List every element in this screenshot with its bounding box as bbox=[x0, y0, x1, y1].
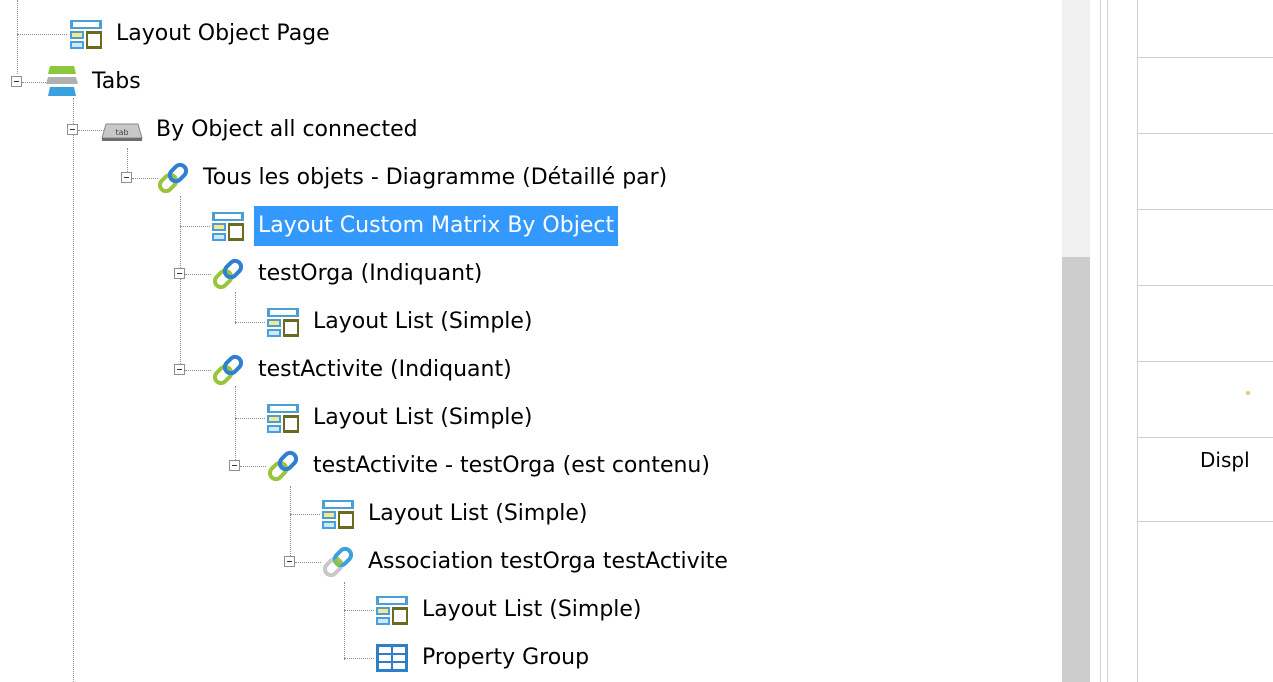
link-icon bbox=[155, 160, 191, 196]
layout-icon bbox=[320, 496, 356, 532]
tree-item-label: testOrga (Indiquant) bbox=[258, 261, 483, 286]
tree-item-label: Layout Object Page bbox=[116, 21, 330, 46]
tree-guide bbox=[235, 418, 265, 419]
tree-item-label: Layout List (Simple) bbox=[368, 501, 588, 526]
tree-item-testorga[interactable]: testOrga (Indiquant) bbox=[210, 254, 486, 294]
tree-guide bbox=[290, 514, 320, 515]
grid-row[interactable] bbox=[1138, 58, 1273, 134]
tree-item-label: Layout List (Simple) bbox=[313, 309, 533, 334]
tree-guide bbox=[235, 386, 236, 466]
grid-cell-text: Displ bbox=[1200, 448, 1250, 472]
link-icon bbox=[265, 448, 301, 484]
tree-item-by-object-all-connected[interactable]: tab By Object all connected bbox=[100, 110, 422, 150]
tree-item-label: Property Group bbox=[422, 645, 590, 670]
tree-guide bbox=[17, 34, 18, 74]
layout-icon bbox=[265, 304, 301, 340]
tree-guide bbox=[73, 98, 74, 682]
grid-row[interactable] bbox=[1138, 134, 1273, 210]
tree-item-label: Tabs bbox=[92, 69, 141, 94]
tree-guide bbox=[235, 292, 236, 324]
collapse-toggle-icon[interactable] bbox=[174, 268, 185, 279]
tree-item-layout-custom-matrix[interactable]: Layout Custom Matrix By Object bbox=[210, 206, 619, 246]
tree-item-tabs[interactable]: Tabs bbox=[44, 62, 145, 102]
tree-item-label: Layout Custom Matrix By Object bbox=[254, 206, 619, 246]
grid-row[interactable]: Displ bbox=[1138, 438, 1273, 522]
tree-item-label: Association testOrga testActivite bbox=[368, 549, 728, 574]
tree-guide bbox=[185, 274, 211, 275]
tree-guide bbox=[180, 226, 210, 227]
tree-guide bbox=[344, 582, 345, 660]
tree-item-layout-object-page[interactable]: Layout Object Page bbox=[68, 14, 334, 54]
grid-row[interactable] bbox=[1138, 362, 1273, 438]
tree-item-layout-list[interactable]: Layout List (Simple) bbox=[265, 398, 537, 438]
indicator-dot bbox=[1246, 391, 1250, 395]
scrollbar-thumb[interactable] bbox=[1062, 257, 1090, 682]
property-group-icon bbox=[374, 640, 410, 676]
tabs-icon bbox=[44, 64, 80, 100]
tree-item-label: By Object all connected bbox=[156, 117, 418, 142]
tab-icon: tab bbox=[100, 112, 144, 148]
tree-item-testactivite-testorga[interactable]: testActivite - testOrga (est contenu) bbox=[265, 446, 714, 486]
collapse-toggle-icon[interactable] bbox=[121, 172, 132, 183]
tree-item-layout-list[interactable]: Layout List (Simple) bbox=[265, 302, 537, 342]
tree-guide bbox=[290, 486, 291, 562]
layout-icon bbox=[374, 592, 410, 628]
tree-item-label: Layout List (Simple) bbox=[422, 597, 642, 622]
layout-icon bbox=[265, 400, 301, 436]
tree-item-label: testActivite (Indiquant) bbox=[258, 357, 512, 382]
tree-item-tous-les-objets[interactable]: Tous les objets - Diagramme (Détaillé pa… bbox=[155, 158, 671, 198]
tree-item-layout-list[interactable]: Layout List (Simple) bbox=[320, 494, 592, 534]
collapse-toggle-icon[interactable] bbox=[67, 124, 78, 135]
property-grid: Displ bbox=[1137, 0, 1273, 682]
tree-guide bbox=[344, 658, 374, 659]
tree-guide bbox=[17, 0, 18, 34]
grid-row[interactable] bbox=[1138, 210, 1273, 286]
tree-guide bbox=[235, 322, 265, 323]
collapse-toggle-icon[interactable] bbox=[284, 556, 295, 567]
grid-row[interactable] bbox=[1138, 286, 1273, 362]
tree-item-testactivite[interactable]: testActivite (Indiquant) bbox=[210, 350, 516, 390]
splitter bbox=[1107, 0, 1108, 682]
tree-guide bbox=[295, 562, 321, 563]
tree-item-layout-list[interactable]: Layout List (Simple) bbox=[374, 590, 646, 630]
tree-guide bbox=[240, 466, 266, 467]
tree-item-property-group[interactable]: Property Group bbox=[374, 638, 593, 678]
tree-view[interactable]: Layout Object Page Tabs tab By Object al… bbox=[0, 0, 1060, 682]
grid-row[interactable] bbox=[1138, 0, 1273, 58]
link-icon bbox=[210, 352, 246, 388]
link-icon bbox=[210, 256, 246, 292]
svg-text:tab: tab bbox=[115, 128, 128, 137]
tree-guide bbox=[344, 610, 374, 611]
tree-guide bbox=[17, 34, 67, 35]
collapse-toggle-icon[interactable] bbox=[174, 364, 185, 375]
collapse-toggle-icon[interactable] bbox=[229, 460, 240, 471]
tree-item-label: Tous les objets - Diagramme (Détaillé pa… bbox=[203, 165, 668, 190]
tree-guide bbox=[180, 196, 181, 368]
tree-item-association[interactable]: Association testOrga testActivite bbox=[320, 542, 732, 582]
tree-guide bbox=[185, 370, 211, 371]
association-link-icon bbox=[320, 544, 356, 580]
splitter[interactable] bbox=[1100, 0, 1101, 682]
layout-icon bbox=[68, 16, 104, 52]
collapse-toggle-icon[interactable] bbox=[11, 76, 22, 87]
tree-item-label: Layout List (Simple) bbox=[313, 405, 533, 430]
tree-item-label: testActivite - testOrga (est contenu) bbox=[313, 453, 710, 478]
layout-icon bbox=[210, 208, 246, 244]
